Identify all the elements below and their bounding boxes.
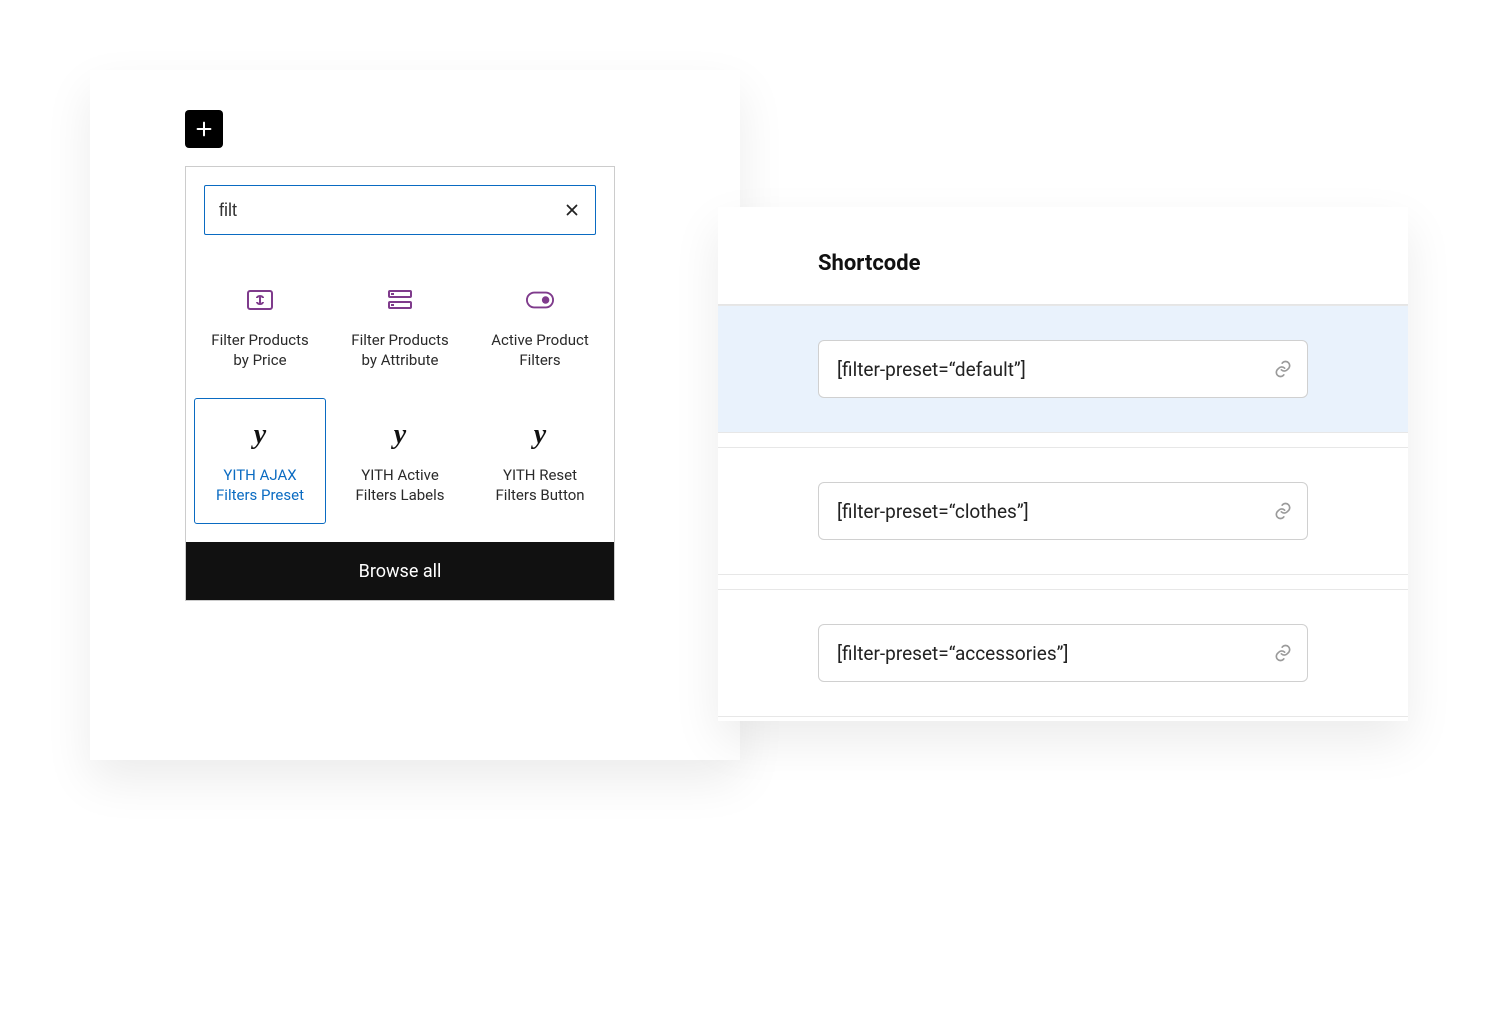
shortcode-value: [filter-preset=“clothes”] [837,500,1029,523]
shortcode-row[interactable]: [filter-preset=“default”] [718,305,1408,433]
shortcode-value: [filter-preset=“default”] [837,358,1026,381]
copy-shortcode-button[interactable] [1273,501,1293,521]
add-block-button[interactable] [185,110,223,148]
shortcode-field[interactable]: [filter-preset=“accessories”] [818,624,1308,682]
shortcode-heading: Shortcode [718,207,1408,305]
yith-y-icon: y [246,421,274,449]
shortcode-field[interactable]: [filter-preset=“default”] [818,340,1308,398]
block-inserter-card: Filter Products by Price Filter Products… [90,70,740,760]
browse-all-label: Browse all [359,561,442,582]
close-icon [563,201,581,219]
block-label: YITH Active Filters Labels [343,465,457,506]
shortcode-row[interactable]: [filter-preset=“clothes”] [718,447,1408,575]
shortcode-value: [filter-preset=“accessories”] [837,642,1068,665]
block-label: YITH Reset Filters Button [483,465,597,506]
copy-shortcode-button[interactable] [1273,643,1293,663]
block-active-product-filters[interactable]: Active Product Filters [474,263,606,390]
search-field [204,185,596,235]
yith-y-icon: y [386,421,414,449]
clear-search-button[interactable] [563,201,581,219]
browse-all-button[interactable]: Browse all [186,542,614,600]
shortcode-row[interactable]: [filter-preset=“accessories”] [718,589,1408,717]
block-filter-by-price[interactable]: Filter Products by Price [194,263,326,390]
attribute-icon [386,286,414,314]
block-yith-reset-filters-button[interactable]: y YITH Reset Filters Button [474,398,606,525]
plus-icon [193,118,215,140]
shortcode-field[interactable]: [filter-preset=“clothes”] [818,482,1308,540]
price-icon [246,286,274,314]
yith-y-icon: y [526,421,554,449]
copy-shortcode-button[interactable] [1273,359,1293,379]
block-filter-by-attribute[interactable]: Filter Products by Attribute [334,263,466,390]
link-icon [1273,501,1293,521]
block-label: Active Product Filters [483,330,597,371]
link-icon [1273,359,1293,379]
search-wrap [186,167,614,253]
link-icon [1273,643,1293,663]
toggle-icon [526,286,554,314]
block-label: Filter Products by Attribute [343,330,457,371]
block-yith-active-filters-labels[interactable]: y YITH Active Filters Labels [334,398,466,525]
block-grid: Filter Products by Price Filter Products… [186,253,614,542]
block-label: YITH AJAX Filters Preset [203,465,317,506]
block-inserter-panel: Filter Products by Price Filter Products… [185,166,615,601]
block-yith-ajax-filters-preset[interactable]: y YITH AJAX Filters Preset [194,398,326,525]
search-input[interactable] [219,200,563,221]
shortcode-panel: Shortcode [filter-preset=“default”] [fil… [718,207,1408,721]
block-label: Filter Products by Price [203,330,317,371]
